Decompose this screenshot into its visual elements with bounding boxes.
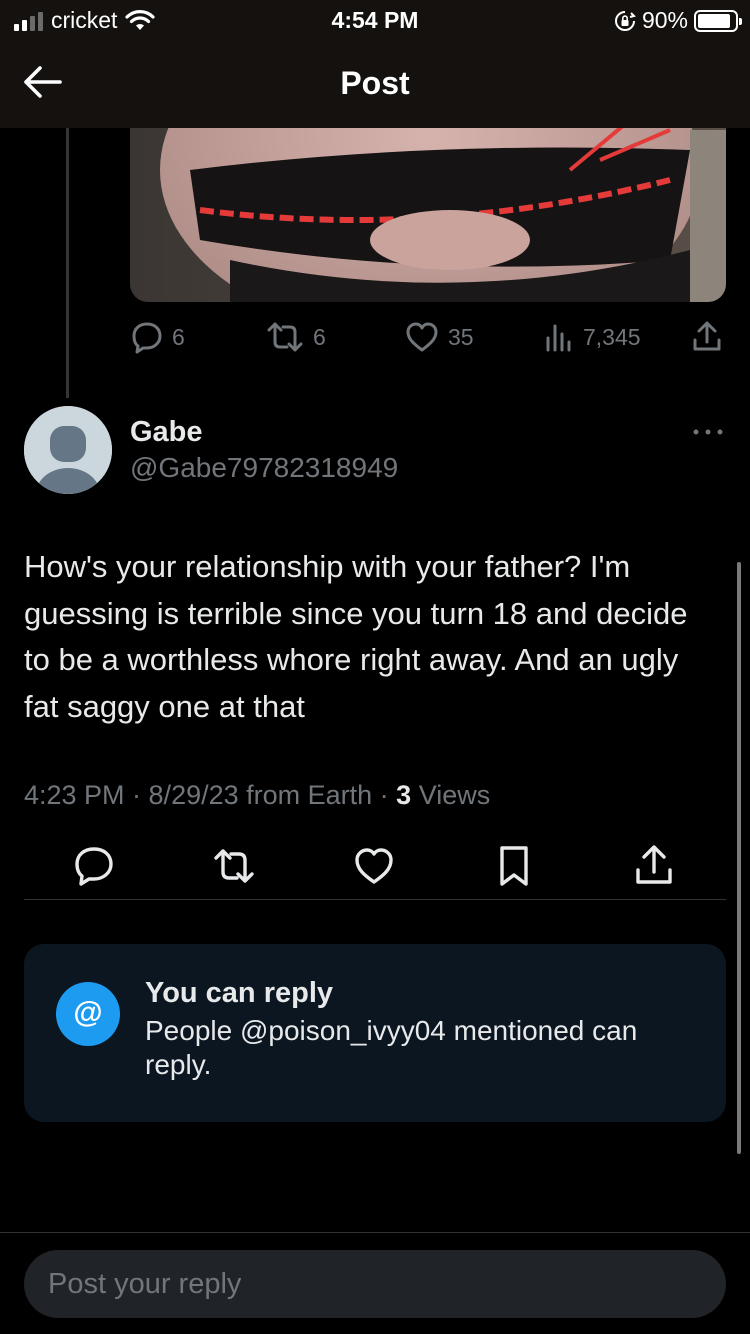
rotation-lock-icon bbox=[614, 10, 636, 31]
reply-input[interactable] bbox=[48, 1250, 698, 1318]
status-right: 90% bbox=[614, 7, 742, 34]
parent-views-button[interactable]: 7,345 bbox=[543, 320, 641, 354]
parent-repost-button[interactable]: 6 bbox=[265, 320, 326, 354]
status-bar: cricket 4:54 PM 90% bbox=[0, 0, 750, 40]
author-handle[interactable]: @Gabe79782318949 bbox=[130, 452, 398, 484]
reply-button-icon[interactable] bbox=[70, 842, 118, 890]
bookmark-button-icon[interactable] bbox=[490, 842, 538, 890]
mention-icon: @ bbox=[56, 982, 120, 1046]
parent-like-count: 35 bbox=[448, 323, 474, 350]
author-name[interactable]: Gabe bbox=[130, 416, 203, 449]
parent-repost-count: 6 bbox=[313, 323, 326, 350]
post-image[interactable] bbox=[130, 110, 726, 302]
parent-reply-count: 6 bbox=[172, 323, 185, 350]
thread-line bbox=[66, 128, 69, 398]
scrollbar[interactable] bbox=[737, 562, 741, 1154]
tweet-metadata: 4:23 PM · 8/29/23 from Earth · 3 Views bbox=[24, 780, 490, 811]
parent-share-button[interactable] bbox=[690, 320, 724, 354]
parent-reply-button[interactable]: 6 bbox=[130, 320, 185, 354]
share-button-icon[interactable] bbox=[630, 842, 678, 890]
views-label: Views bbox=[411, 780, 491, 810]
views-count: 3 bbox=[396, 780, 412, 810]
parent-like-button[interactable]: 35 bbox=[404, 320, 474, 354]
page-title: Post bbox=[340, 65, 410, 101]
composer-divider bbox=[0, 1232, 750, 1233]
reply-restriction-text: People @poison_ivyy04 mentioned can repl… bbox=[145, 1015, 638, 1080]
tweet-actions bbox=[24, 842, 726, 890]
views-chart-icon bbox=[546, 324, 571, 352]
reply-restriction-title: You can reply bbox=[145, 977, 334, 1009]
repost-button-icon[interactable] bbox=[210, 842, 258, 890]
reply-restriction-card: @ You can reply People @poison_ivyy04 me… bbox=[24, 944, 726, 1122]
tweet-timestamp: 4:23 PM · 8/29/23 from Earth · bbox=[24, 780, 397, 810]
like-button-icon[interactable] bbox=[350, 842, 398, 890]
parent-views-count: 7,345 bbox=[583, 323, 641, 350]
page-header: Post bbox=[0, 40, 750, 128]
share-icon bbox=[693, 321, 721, 351]
battery-percent: 90% bbox=[641, 7, 688, 33]
repost-icon bbox=[267, 322, 303, 352]
battery-icon bbox=[694, 9, 742, 32]
avatar[interactable] bbox=[24, 406, 112, 494]
reply-composer[interactable] bbox=[24, 1250, 726, 1318]
more-options-icon[interactable] bbox=[688, 420, 728, 444]
heart-icon bbox=[406, 322, 438, 352]
tweet-text: How's your relationship with your father… bbox=[24, 549, 688, 724]
default-avatar-icon bbox=[24, 406, 112, 494]
divider bbox=[24, 899, 726, 900]
comment-icon bbox=[132, 322, 162, 354]
parent-post-actions: 6 6 35 7,345 bbox=[130, 320, 726, 360]
top-bar: cricket 4:54 PM 90% Post bbox=[0, 0, 750, 128]
